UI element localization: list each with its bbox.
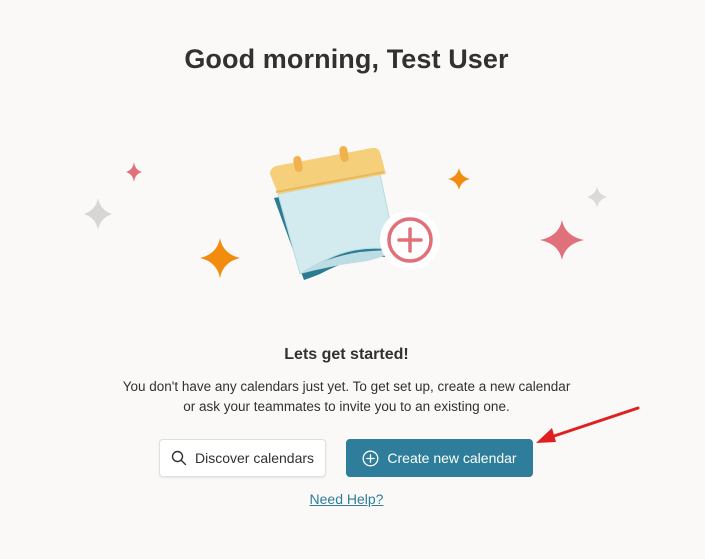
calendar-add-illustration [84, 146, 607, 280]
sparkle-pink-large-icon [540, 220, 584, 260]
add-circle-icon [380, 210, 440, 270]
sparkle-gray-large-icon [84, 198, 112, 230]
discover-calendars-label: Discover calendars [194, 450, 315, 466]
sparkle-orange-large-icon [200, 238, 240, 278]
get-started-heading: Lets get started! [284, 346, 409, 363]
create-new-calendar-button[interactable]: Create new calendar [346, 439, 533, 477]
greeting-title: Good morning, Test User [184, 44, 509, 74]
description-line-1: You don't have any calendars just yet. T… [122, 379, 571, 394]
need-help-link[interactable]: Need Help? [0, 491, 693, 507]
sparkle-pink-small-icon [126, 162, 142, 182]
sparkle-orange-small-icon [448, 168, 470, 190]
discover-calendars-button[interactable]: Discover calendars [159, 439, 326, 477]
red-arrow-icon [536, 406, 640, 443]
sparkle-gray-small-icon [587, 186, 607, 208]
create-new-calendar-label: Create new calendar [387, 450, 517, 466]
calendar-icon [270, 146, 398, 280]
search-icon [171, 450, 187, 466]
add-circle-icon [362, 450, 379, 467]
